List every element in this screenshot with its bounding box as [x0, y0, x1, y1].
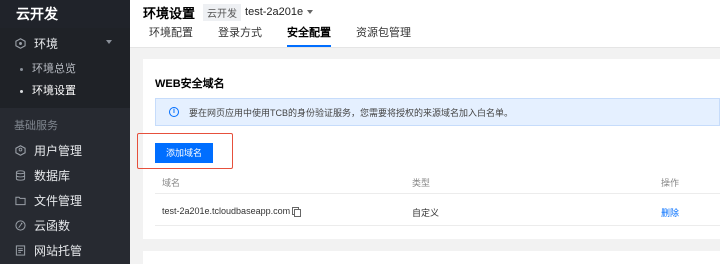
function-icon — [14, 220, 26, 232]
domain-type: 自定义 — [412, 208, 440, 218]
env-badge: 云开发 — [203, 3, 242, 21]
sidebar-item-users[interactable]: 用户管理 — [0, 138, 130, 163]
tab-security-config[interactable]: 安全配置 — [287, 23, 331, 47]
column-header-action: 操作 — [661, 178, 680, 188]
tab-login-methods[interactable]: 登录方式 — [218, 23, 262, 47]
sidebar-item-database[interactable]: 数据库 — [0, 163, 130, 188]
info-text: 要在网页应用中使用TCB的身份验证服务，您需要将授权的来源域名加入白名单。 — [189, 107, 514, 118]
sidebar-item-functions[interactable]: 云函数 — [0, 213, 130, 238]
tab-resource-packages[interactable]: 资源包管理 — [356, 23, 411, 47]
sidebar-item-env-overview[interactable]: 环境总览 — [0, 58, 130, 80]
sidebar-item-label: 文件管理 — [34, 194, 83, 208]
sidebar-item-label: 环境 — [34, 36, 59, 51]
table-divider — [155, 193, 720, 194]
sidebar-item-label: 网站托管 — [34, 244, 83, 258]
title-row: 环境设置 云开发 test-2a201e — [130, 0, 720, 24]
column-header-type: 类型 — [412, 178, 431, 188]
card-title: WEB安全域名 — [155, 78, 225, 90]
table-row-domain: test-2a201e.tcloudbaseapp.com — [162, 206, 302, 217]
chevron-down-icon[interactable] — [307, 10, 314, 14]
env-selector[interactable]: test-2a201e — [245, 6, 303, 18]
chevron-down-icon — [106, 40, 112, 44]
sidebar-item-label: 云函数 — [34, 219, 71, 233]
sidebar-item-files[interactable]: 文件管理 — [0, 188, 130, 213]
sidebar-item-label: 数据库 — [34, 169, 71, 183]
user-icon — [14, 145, 26, 157]
domain-value: test-2a201e.tcloudbaseapp.com — [162, 206, 291, 216]
brand-title: 云开发 — [0, 0, 130, 28]
copy-icon[interactable] — [292, 207, 302, 217]
bullet-icon — [20, 89, 23, 93]
database-icon — [14, 170, 26, 182]
sidebar-item-label: 环境设置 — [32, 85, 76, 97]
sidebar: 云开发 环境 环境总览 环境设置 基础服务 用户管理 数据库 文件管理 云函数 … — [0, 0, 130, 264]
highlight-box — [137, 133, 233, 169]
folder-icon — [14, 195, 26, 207]
info-icon: i — [169, 107, 179, 117]
sidebar-item-label: 用户管理 — [34, 144, 83, 158]
env-nav-group: 环境 环境总览 环境设置 — [0, 28, 130, 108]
tab-bar: 环境配置 登录方式 安全配置 资源包管理 — [130, 23, 436, 47]
section-label: 基础服务 — [14, 120, 58, 132]
table-divider — [155, 225, 720, 226]
sidebar-item-env-settings[interactable]: 环境设置 — [0, 80, 130, 102]
sidebar-item-label: 环境总览 — [32, 63, 76, 75]
bullet-icon — [20, 67, 23, 71]
sidebar-item-env[interactable]: 环境 — [0, 28, 130, 58]
next-card — [143, 251, 720, 264]
info-banner: i 要在网页应用中使用TCB的身份验证服务，您需要将授权的来源域名加入白名单。 — [155, 98, 720, 126]
column-header-domain: 域名 — [162, 178, 181, 188]
website-icon — [14, 245, 26, 257]
tab-env-config[interactable]: 环境配置 — [149, 23, 193, 47]
page-title: 环境设置 — [143, 5, 196, 21]
hexagon-icon — [14, 37, 26, 49]
delete-link[interactable]: 删除 — [661, 206, 679, 219]
page-header: 环境设置 云开发 test-2a201e 环境配置 登录方式 安全配置 资源包管… — [130, 0, 720, 48]
sidebar-item-hosting[interactable]: 网站托管 — [0, 238, 130, 263]
